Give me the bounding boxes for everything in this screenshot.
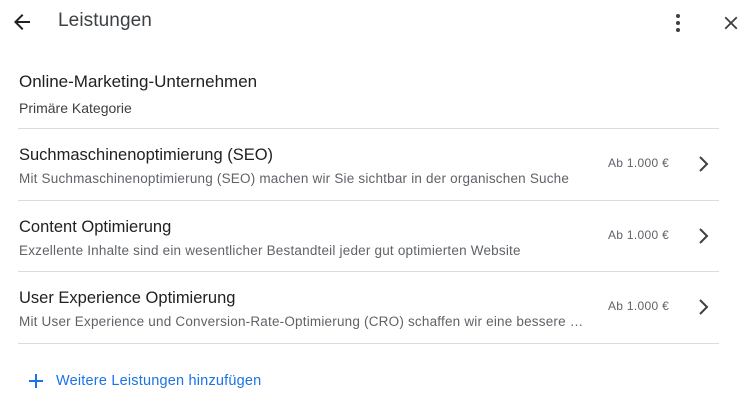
service-price: Ab 1.000 € bbox=[608, 156, 670, 170]
more-options-button[interactable] bbox=[666, 9, 690, 37]
more-vert-icon bbox=[676, 14, 680, 32]
service-name: Content Optimierung bbox=[19, 218, 172, 236]
panel-header: Leistungen bbox=[0, 0, 744, 46]
service-price: Ab 1.000 € bbox=[608, 228, 670, 242]
service-name: Suchmaschinenoptimierung (SEO) bbox=[19, 146, 274, 164]
chevron-right-icon bbox=[699, 156, 709, 172]
service-description: Mit User Experience und Conversion-Rate-… bbox=[19, 314, 589, 329]
arrow-back-icon bbox=[14, 14, 30, 30]
add-services-button[interactable]: Weitere Leistungen hinzufügen bbox=[26, 365, 261, 397]
chevron-right-icon bbox=[699, 299, 709, 315]
chevron-right-icon bbox=[699, 228, 709, 244]
service-price: Ab 1.000 € bbox=[608, 299, 670, 313]
service-name: User Experience Optimierung bbox=[19, 289, 236, 307]
page-title: Leistungen bbox=[58, 10, 152, 31]
service-description: Exzellente Inhalte sind ein wesentlicher… bbox=[19, 243, 521, 258]
plus-icon bbox=[29, 374, 43, 388]
service-row-content[interactable]: Content Optimierung Exzellente Inhalte s… bbox=[18, 201, 719, 272]
category-name: Online-Marketing-Unternehmen bbox=[19, 72, 258, 91]
service-row-ux[interactable]: User Experience Optimierung Mit User Exp… bbox=[18, 272, 719, 343]
close-icon bbox=[724, 16, 738, 30]
back-button[interactable] bbox=[8, 8, 36, 36]
category-label: Primäre Kategorie bbox=[19, 100, 132, 116]
services-panel: Leistungen Online-Marketing-Unternehmen … bbox=[0, 0, 744, 411]
service-row-seo[interactable]: Suchmaschinenoptimierung (SEO) Mit Suchm… bbox=[18, 129, 719, 200]
close-button[interactable] bbox=[717, 9, 744, 37]
divider bbox=[18, 343, 719, 344]
primary-category: Online-Marketing-Unternehmen Primäre Kat… bbox=[19, 72, 719, 116]
add-services-label: Weitere Leistungen hinzufügen bbox=[56, 373, 262, 389]
service-description: Mit Suchmaschinenoptimierung (SEO) mache… bbox=[19, 171, 570, 186]
